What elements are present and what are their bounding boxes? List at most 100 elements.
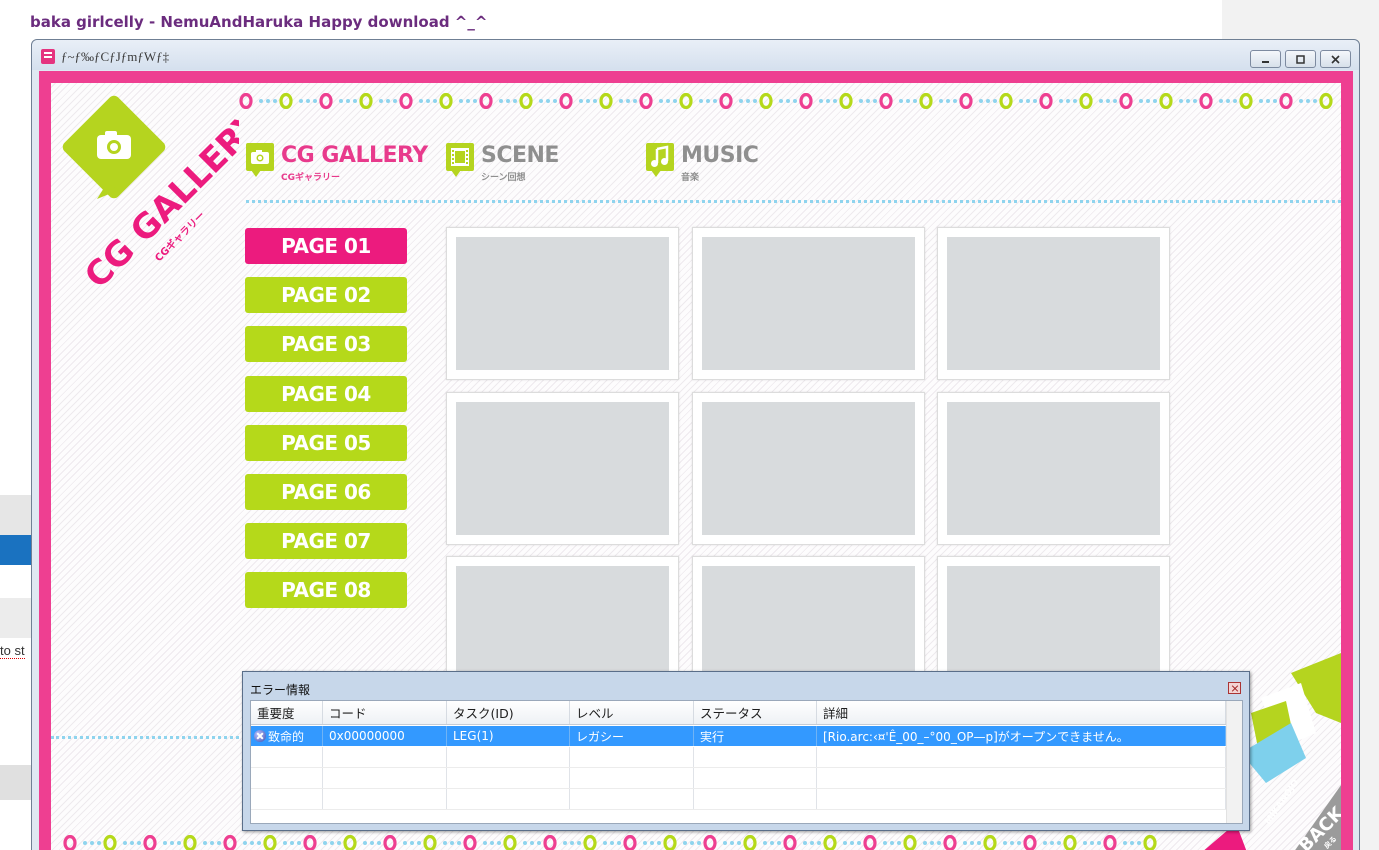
cg-thumbnail[interactable]: [937, 392, 1170, 545]
code-cell: 0x00000000: [323, 726, 447, 746]
thumbnail-placeholder: [947, 402, 1160, 535]
page-button-04[interactable]: PAGE 04: [245, 375, 407, 412]
background-panel: [0, 598, 32, 638]
error-table-scrollbar[interactable]: [1226, 701, 1242, 823]
table-row[interactable]: [251, 789, 1226, 810]
cg-thumbnail[interactable]: [937, 227, 1170, 380]
maximize-button[interactable]: [1285, 50, 1316, 68]
divider: [51, 736, 251, 739]
window-title: ƒ~ƒ‰ƒCƒJƒmƒWƒ‡: [61, 49, 170, 64]
page-button-07[interactable]: PAGE 07: [245, 523, 407, 560]
cg-thumbnail[interactable]: [692, 227, 925, 380]
background-panel: [0, 495, 32, 535]
thumbnail-placeholder: [456, 402, 669, 535]
column-header[interactable]: 重要度: [251, 701, 323, 724]
thumbnail-placeholder: [702, 402, 915, 535]
tab-sublabel: 音楽: [681, 173, 700, 183]
column-header[interactable]: ステータス: [694, 701, 817, 724]
minimize-button[interactable]: [1250, 50, 1281, 68]
camera-icon: [246, 143, 274, 177]
thumbnail-placeholder: [702, 237, 915, 370]
page-button-02[interactable]: PAGE 02: [245, 277, 407, 314]
table-row[interactable]: [251, 747, 1226, 768]
background-snippet-text: to st: [0, 643, 25, 659]
window-titlebar[interactable]: ƒ~ƒ‰ƒCƒJƒmƒWƒ‡: [32, 40, 1359, 70]
background-text-snippet: to st: [0, 643, 25, 659]
empty-cell: [251, 789, 323, 809]
column-header-text: 重要度: [257, 706, 295, 721]
severity-cell: 致命的: [251, 726, 323, 746]
status-cell: 実行: [694, 726, 817, 746]
empty-cell: [817, 789, 1226, 809]
empty-cell: [251, 747, 323, 767]
brand-subtitle: MIKANOJO: [1263, 778, 1301, 827]
camera-icon: [97, 131, 131, 159]
tab-sublabel: CGギャラリー: [281, 173, 340, 183]
cg-thumbnail[interactable]: [446, 227, 679, 380]
cg-thumbnail[interactable]: [446, 392, 679, 545]
empty-cell: [251, 768, 323, 788]
table-row[interactable]: 致命的 0x00000000 LEG(1) レガシー 実行 [Rio.arc:‹¤'Ê_0…: [251, 726, 1226, 746]
minimize-icon: [1262, 60, 1269, 63]
page-button-08[interactable]: PAGE 08: [245, 572, 407, 609]
status-cell-text: 実行: [700, 729, 725, 744]
page-button-05[interactable]: PAGE 05: [245, 424, 407, 461]
column-header[interactable]: 詳細: [817, 701, 1226, 724]
task-cell-text: LEG(1): [453, 729, 494, 743]
tab-label: CG GALLERY: [281, 143, 428, 168]
decorative-dot-border-top: [237, 93, 1341, 109]
background-panel-header: [0, 535, 32, 565]
thumbnail-placeholder: [947, 237, 1160, 370]
severity-text: 致命的: [268, 729, 305, 744]
cg-gallery-logo: CG GALLERY CGギャラリー: [62, 95, 239, 295]
column-header-text: コード: [329, 706, 367, 721]
empty-cell: [447, 768, 570, 788]
detail-cell-text: [Rio.arc:‹¤'Ê_00_–°00_OP—p]がオープンできません。: [823, 729, 1129, 744]
task-cell: LEG(1): [447, 726, 570, 746]
empty-cell: [323, 747, 447, 767]
empty-cell: [694, 747, 817, 767]
empty-cell: [447, 747, 570, 767]
close-icon: [1331, 54, 1340, 64]
film-icon: [446, 143, 474, 177]
empty-cell: [570, 789, 694, 809]
empty-cell: [694, 789, 817, 809]
error-table-header: 重要度 コード タスク(ID) レベル ステータス 詳細: [251, 701, 1226, 725]
empty-cell: [323, 789, 447, 809]
close-button[interactable]: [1320, 50, 1351, 68]
empty-cell: [323, 768, 447, 788]
page-button-06[interactable]: PAGE 06: [245, 474, 407, 510]
divider: [246, 200, 1341, 203]
code-cell-text: 0x00000000: [329, 729, 405, 743]
error-dialog-close-button[interactable]: [1228, 682, 1241, 694]
level-cell: レガシー: [570, 726, 694, 746]
table-row[interactable]: [251, 768, 1226, 789]
error-dialog-title: エラー情報: [250, 683, 311, 697]
app-icon: [41, 49, 55, 64]
cg-thumbnail[interactable]: [692, 392, 925, 545]
tab-label: SCENE: [481, 143, 559, 168]
tab-sublabel: シーン回想: [481, 173, 526, 183]
empty-cell: [817, 747, 1226, 767]
tab-label: MUSIC: [681, 143, 759, 168]
empty-cell: [570, 747, 694, 767]
thumbnail-placeholder: [456, 237, 669, 370]
page-button-03[interactable]: PAGE 03: [245, 326, 407, 363]
background-panel: [0, 765, 32, 800]
column-header-text: ステータス: [700, 706, 763, 721]
error-dialog: エラー情報 重要度 コード タスク(ID) レベル ステータス 詳細致命的 0x000000…: [242, 671, 1250, 831]
detail-cell: [Rio.arc:‹¤'Ê_00_–°00_OP—p]がオープンできません。: [817, 726, 1226, 746]
empty-cell: [570, 768, 694, 788]
column-header[interactable]: コード: [323, 701, 447, 724]
empty-cell: [694, 768, 817, 788]
column-header-text: 詳細: [823, 706, 849, 721]
column-header-text: レベル: [576, 706, 614, 721]
page-button-01[interactable]: PAGE 01: [245, 228, 407, 264]
decorative-dot-border-bottom: [61, 835, 1161, 850]
column-header[interactable]: レベル: [570, 701, 694, 724]
music-note-icon: [646, 143, 674, 177]
column-header[interactable]: タスク(ID): [447, 701, 570, 724]
empty-cell: [817, 768, 1226, 788]
empty-cell: [447, 789, 570, 809]
maximize-icon: [1296, 54, 1305, 64]
